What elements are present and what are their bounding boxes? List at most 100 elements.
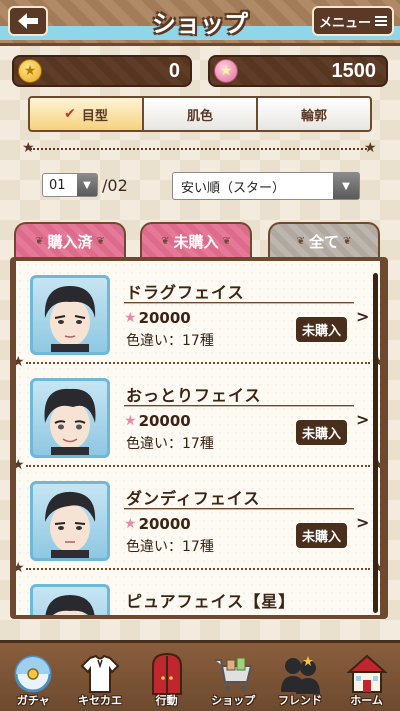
menu-label: メニュー [318,15,371,31]
checkmark-icon: ✔ [64,106,76,122]
list-item[interactable]: ドラグフェイス ★ 20000 色違い：17種 未購入 > ★ ★ [16,261,380,369]
page-selector: 01 ▼ /02 [42,173,128,197]
nav-label: 行動 [155,694,178,707]
filter-label: 全て [308,232,339,251]
star-icon: ★ [214,59,238,83]
list-item[interactable]: おっとりフェイス ★ 20000 色違い：17種 未購入 > ★ ★ [16,364,380,472]
status-badge: 未購入 [296,420,348,445]
scroll-ornament-icon: ❦ [35,235,44,247]
item-variants: 色違い：17種 [126,333,214,349]
nav-label: ガチャ [16,694,50,707]
status-badge: 未購入 [296,523,348,548]
coin-value: 0 [168,59,180,82]
star-ornament-icon: ★ [22,140,35,156]
price-value: 20000 [138,515,191,533]
scroll-ornament-icon: ❦ [222,235,231,247]
item-list[interactable]: ドラグフェイス ★ 20000 色違い：17種 未購入 > ★ ★ [16,261,380,615]
bottom-nav: ガチャ キセカエ 行動 ショップ フレンド ホーム [0,640,400,711]
nav-label: ホーム [350,694,383,707]
shopping-cart-icon [211,652,255,696]
item-variants: 色違い：17種 [126,436,214,452]
face-portrait-icon [45,595,95,615]
list-scrollbar[interactable] [373,273,378,613]
scroll-ornament-icon: ❦ [96,235,105,247]
coin-balance: ★ 0 [12,55,192,87]
filter-label: 購入済 [47,232,93,251]
item-price: ★ 20000 [124,309,191,327]
filter-tab-unpurchased[interactable]: ❦ 未購入 ❦ [140,222,252,258]
face-preview-image [30,584,110,615]
face-preview-image [30,275,110,355]
door-icon [145,652,189,696]
page-total: /02 [102,175,128,195]
dress-up-shirt-icon [78,652,122,696]
item-name: ダンディフェイス [126,489,261,508]
nav-gacha[interactable]: ガチャ [1,642,65,708]
tab-eye-shape[interactable]: ✔ 目型 [30,98,142,130]
star-value: 1500 [331,59,377,82]
star-ornament-icon: ★ [364,140,377,156]
item-price: ★ 20000 [124,515,191,533]
nav-friends[interactable]: フレンド [268,642,332,708]
nav-home[interactable]: ホーム [335,642,399,708]
filter-label: 未購入 [173,232,219,251]
dropdown-arrow-icon: ▼ [77,174,97,196]
page-select[interactable]: 01 ▼ [42,173,98,197]
header-bar: ショップ メニュー [0,0,400,46]
scroll-ornament-icon: ❦ [161,235,170,247]
chevron-right-icon: > [356,513,370,532]
face-preview-image [30,378,110,458]
nav-shop[interactable]: ショップ [201,642,265,708]
star-currency-icon: ★ [124,516,137,532]
item-price: ★ 20000 [124,412,191,430]
face-portrait-icon [44,286,96,352]
item-variants: 色違い：17種 [126,539,214,555]
item-name: ドラグフェイス [126,283,245,302]
friends-icon [278,652,322,696]
dropdown-arrow-icon: ▼ [333,173,359,199]
nav-action[interactable]: 行動 [135,642,199,708]
star-balance: ★ 1500 [208,55,388,87]
sort-value: 安い順（スター） [181,180,286,196]
item-list-panel: ドラグフェイス ★ 20000 色違い：17種 未購入 > ★ ★ [10,257,388,619]
item-rule [124,405,354,407]
tab-face-outline[interactable]: 輪郭 [258,98,370,130]
coin-icon: ★ [18,59,42,83]
price-value: 20000 [138,412,191,430]
nav-dress-up[interactable]: キセカエ [68,642,132,708]
category-tabs: ✔ 目型 肌色 輪郭 [28,96,372,132]
chevron-right-icon: > [356,307,370,326]
item-name: ピュアフェイス【星】 [126,592,296,611]
face-preview-image [30,481,110,561]
price-value: 20000 [138,309,191,327]
face-portrait-icon [44,388,96,455]
sort-select[interactable]: 安い順（スター） ▼ [172,172,360,200]
status-badge: 未購入 [296,317,348,342]
section-divider [30,148,370,150]
star-currency-icon: ★ [124,310,137,326]
house-icon [345,652,389,696]
hamburger-icon [375,16,387,26]
item-name: おっとりフェイス [126,386,262,405]
list-item[interactable]: ダンディフェイス ★ 20000 色違い：17種 未購入 > ★ ★ [16,467,380,575]
scroll-ornament-icon: ❦ [343,235,352,247]
nav-label: フレンド [277,694,322,707]
nav-label: ショップ [211,694,256,707]
nav-label: キセカエ [77,694,122,707]
tab-skin-color[interactable]: 肌色 [144,98,256,130]
item-rule [124,508,354,510]
page-current: 01 [49,177,66,193]
chevron-right-icon: > [356,410,370,429]
tab-label: 輪郭 [300,108,327,124]
item-rule [124,302,354,304]
list-item[interactable]: ピュアフェイス【星】 [16,570,380,615]
scroll-ornament-icon: ❦ [296,235,305,247]
filter-tab-purchased[interactable]: ❦ 購入済 ❦ [14,222,126,258]
star-currency-icon: ★ [124,413,137,429]
tab-label: 目型 [81,108,108,124]
face-portrait-icon [45,491,96,558]
gacha-capsule-icon [11,652,55,696]
tab-label: 肌色 [186,108,213,124]
filter-tab-all[interactable]: ❦ 全て ❦ [268,222,380,258]
menu-button[interactable]: メニュー [312,6,394,36]
